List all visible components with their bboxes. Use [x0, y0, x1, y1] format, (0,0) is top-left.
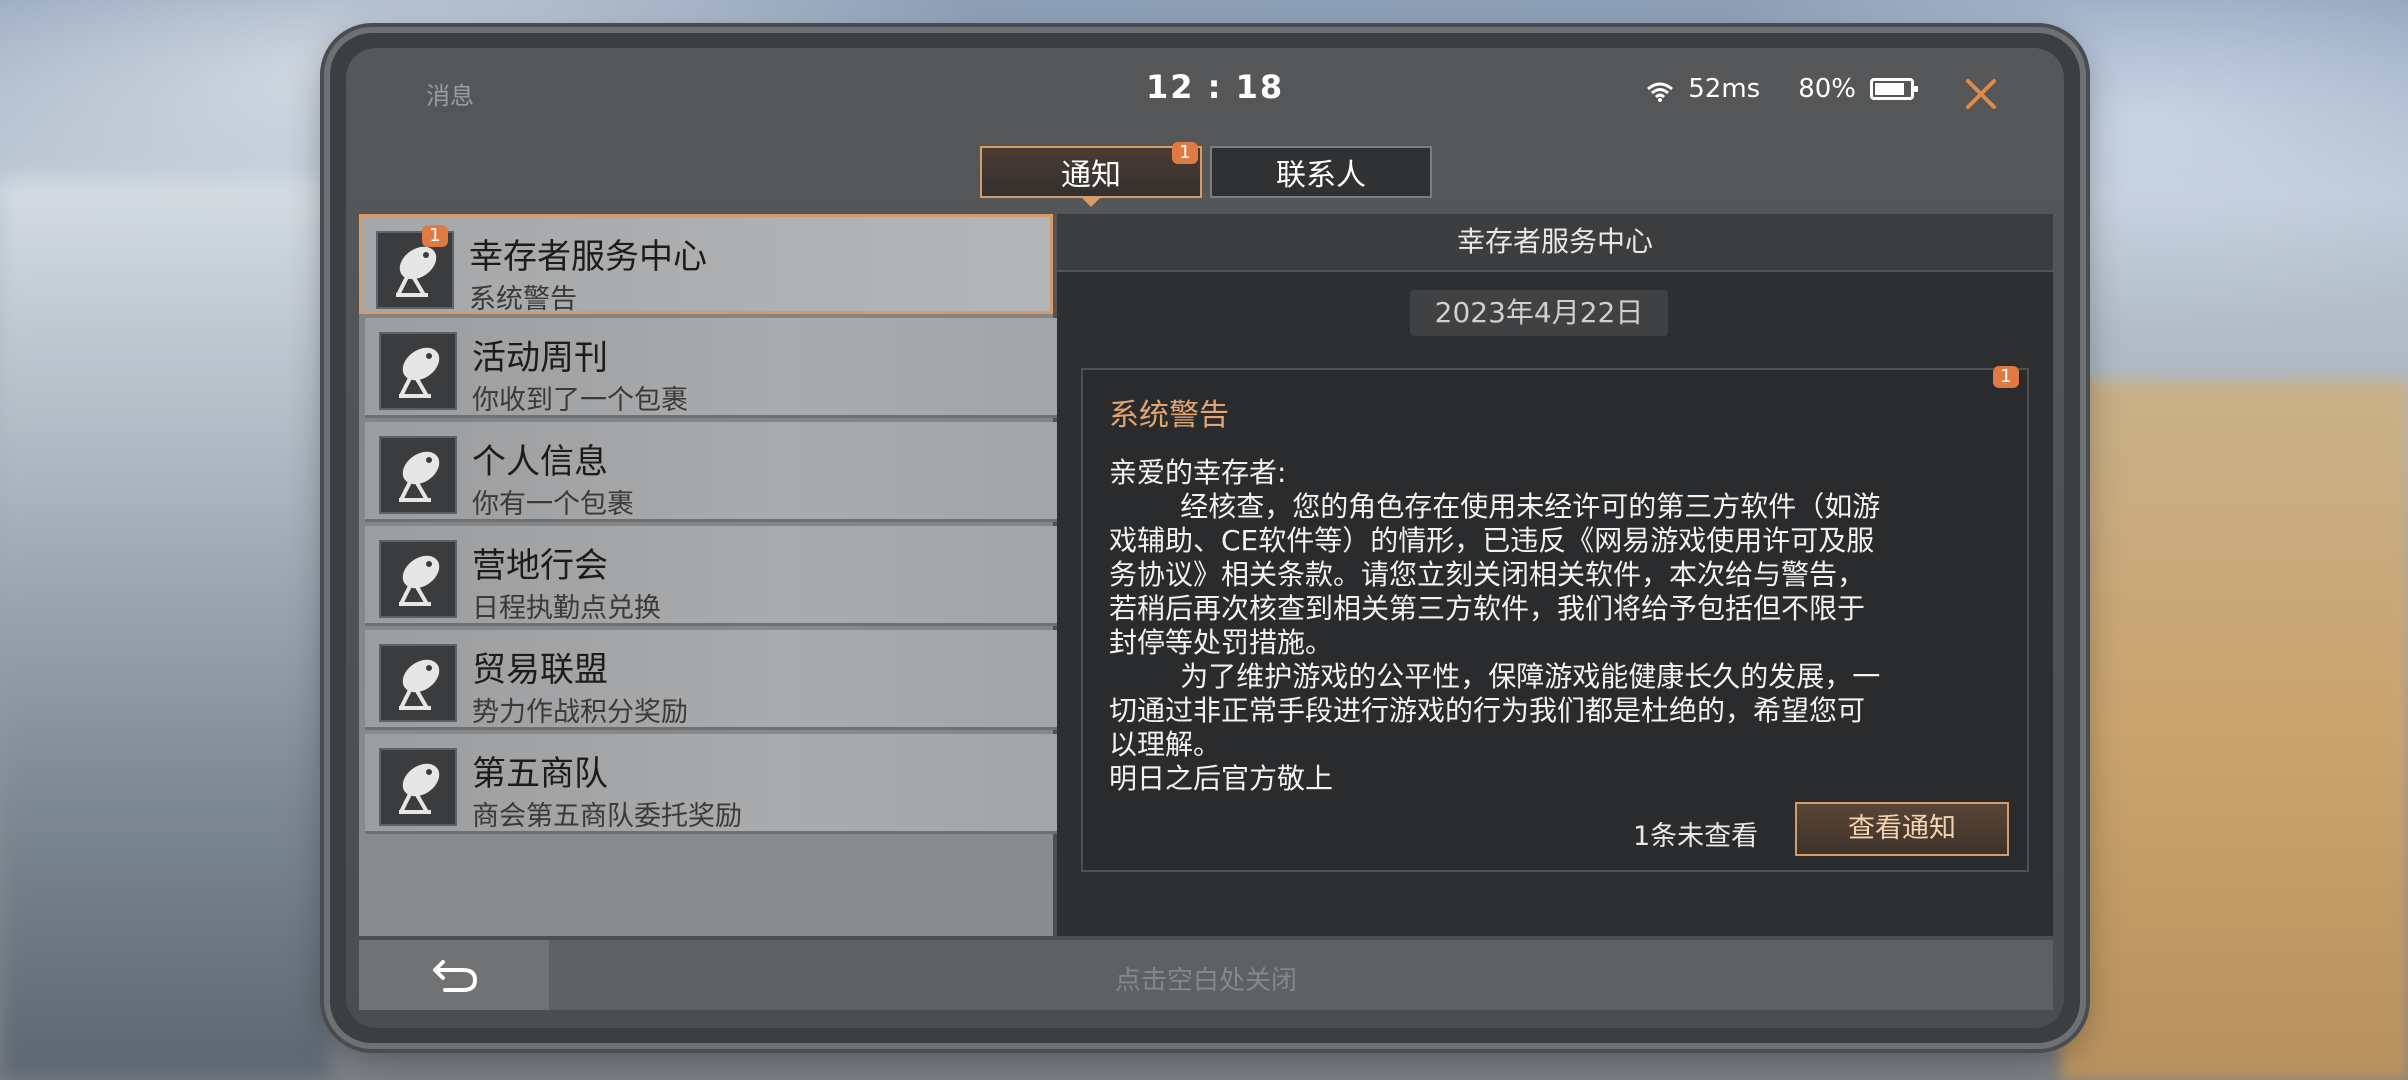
messages-screen: 消息 12 : 18 52ms 80% 通知 1 联系人 1 幸存者服务中心 系… [346, 48, 2064, 1028]
satellite-dish-icon: 1 [376, 225, 454, 309]
tab-bar: 通知 1 联系人 [980, 142, 1432, 207]
battery-text: 80% [1798, 74, 1856, 104]
tab-contacts[interactable]: 联系人 [1210, 146, 1432, 198]
item-title: 贸易联盟 [472, 650, 608, 690]
back-arrow-icon [433, 960, 478, 992]
list-item[interactable]: 贸易联盟 势力作战积分奖励 [365, 630, 1059, 730]
satellite-dish-icon [379, 644, 457, 722]
message-title: 系统警告 [1109, 398, 1229, 433]
battery-icon [1870, 78, 1918, 100]
item-title: 个人信息 [472, 442, 608, 482]
unread-count: 1条未查看 [1633, 821, 1759, 852]
message-body: 亲爱的幸存者: 经核查，您的角色存在使用未经许可的第三方软件（如游 戏辅助、CE… [1109, 456, 1881, 795]
satellite-dish-icon [379, 748, 457, 826]
view-notification-button[interactable]: 查看通知 [1795, 802, 2009, 856]
satellite-dish-icon [379, 436, 457, 514]
tab-label: 联系人 [1276, 158, 1366, 193]
close-button[interactable] [1953, 66, 2009, 122]
item-badge: 1 [422, 225, 448, 247]
wifi-icon [1646, 79, 1674, 102]
item-title: 营地行会 [472, 546, 608, 586]
item-subtitle: 系统警告 [469, 284, 577, 315]
item-subtitle: 势力作战积分奖励 [472, 697, 688, 728]
background-left [0, 180, 330, 1080]
back-button[interactable] [359, 940, 549, 1010]
background-right [2060, 380, 2408, 1080]
tab-label: 通知 [1061, 158, 1121, 193]
close-hint: 点击空白处关闭 [1114, 966, 1297, 996]
close-icon [1966, 79, 1996, 109]
item-subtitle: 日程执勤点兑换 [472, 593, 661, 624]
item-subtitle: 你有一个包裹 [472, 489, 634, 520]
list-item[interactable]: 个人信息 你有一个包裹 [365, 422, 1059, 522]
message-list: 1 幸存者服务中心 系统警告 活动周刊 你收到了一个包裹 个人信息 你有一个包裹… [359, 214, 1059, 936]
item-title: 第五商队 [472, 754, 608, 794]
message-detail-pane: 幸存者服务中心 2023年4月22日 1 系统警告 亲爱的幸存者: 经核查，您的… [1057, 214, 2053, 936]
list-item[interactable]: 活动周刊 你收到了一个包裹 [365, 318, 1059, 418]
item-subtitle: 商会第五商队委托奖励 [472, 801, 742, 832]
item-title: 活动周刊 [472, 338, 608, 378]
item-subtitle: 你收到了一个包裹 [472, 385, 688, 416]
card-badge: 1 [1993, 366, 2019, 388]
detail-header: 幸存者服务中心 [1057, 214, 2053, 272]
message-card: 1 系统警告 亲爱的幸存者: 经核查，您的角色存在使用未经许可的第三方软件（如游… [1081, 366, 2029, 872]
satellite-dish-icon [379, 332, 457, 410]
ping-text: 52ms [1688, 74, 1761, 104]
item-title: 幸存者服务中心 [469, 237, 707, 277]
tab-notifications[interactable]: 通知 1 [980, 142, 1202, 207]
list-item[interactable]: 营地行会 日程执勤点兑换 [365, 526, 1059, 626]
list-item[interactable]: 第五商队 商会第五商队委托奖励 [365, 734, 1059, 834]
screen-title: 消息 [426, 82, 474, 110]
bottom-bar[interactable]: 点击空白处关闭 [359, 940, 2053, 1010]
satellite-dish-icon [379, 540, 457, 618]
status-indicators: 52ms 80% [1646, 74, 1918, 104]
clock: 12 : 18 [1146, 68, 1285, 106]
tab-badge: 1 [1172, 142, 1198, 164]
list-item[interactable]: 1 幸存者服务中心 系统警告 [359, 214, 1053, 315]
message-date: 2023年4月22日 [1410, 290, 1668, 336]
